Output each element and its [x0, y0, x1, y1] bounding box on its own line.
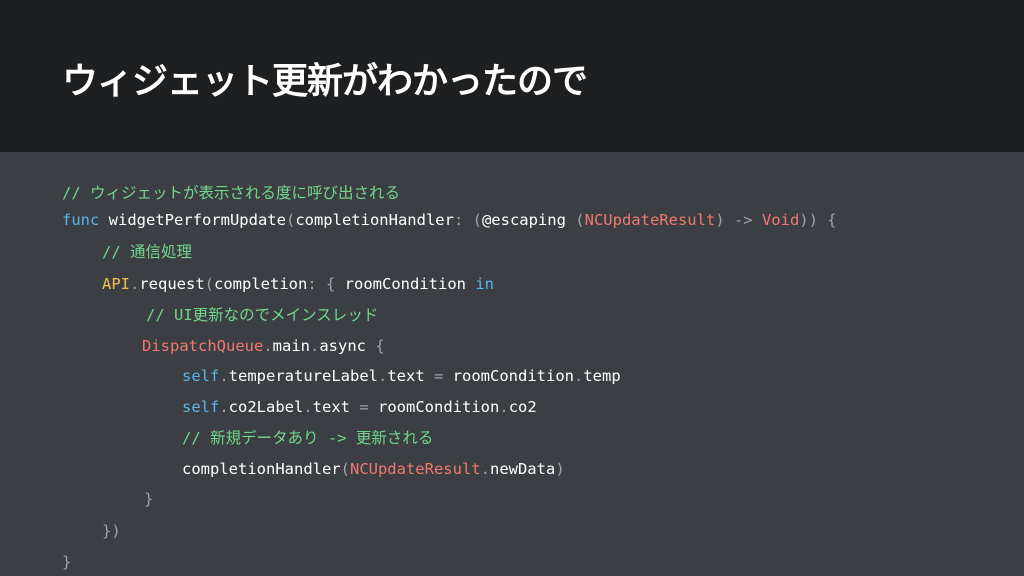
code-comment: // 通信処理 — [102, 243, 192, 261]
code-identifier: roomCondition — [452, 367, 574, 385]
code-identifier: roomCondition — [344, 275, 476, 293]
code-identifier: roomCondition — [378, 398, 500, 416]
code-punct: . — [303, 398, 313, 416]
code-identifier: temperatureLabel — [228, 367, 378, 385]
code-punct: = — [434, 367, 453, 385]
code-punct: ( — [285, 211, 296, 229]
code-identifier: co2Label — [228, 398, 304, 416]
code-line-6: DispatchQueue.main.async { — [142, 336, 385, 356]
code-line-1: // ウィジェットが表示される度に呼び出される — [62, 183, 400, 203]
code-line-3: // 通信処理 — [102, 242, 192, 262]
code-line-11: } — [144, 489, 153, 509]
code-keyword-self: self — [182, 398, 220, 416]
code-punct: ( — [575, 211, 585, 229]
code-punct: . — [219, 367, 229, 385]
code-identifier: text — [312, 398, 360, 416]
code-line-4: API.request(completion: { roomCondition … — [102, 274, 494, 294]
code-punct: ) — [555, 460, 565, 478]
code-type: Void — [761, 211, 800, 229]
code-function-name: widgetPerformUpdate — [99, 211, 286, 229]
code-type: NCUpdateResult — [349, 460, 481, 478]
code-keyword-in: in — [475, 275, 494, 293]
code-line-13: } — [62, 552, 71, 572]
code-comment: // 新規データあり -> 更新される — [182, 429, 434, 447]
code-punct: }) — [102, 522, 121, 540]
code-line-7: self.temperatureLabel.text = roomConditi… — [182, 366, 621, 386]
code-block: // ウィジェットが表示される度に呼び出される func widgetPerfo… — [0, 0, 1024, 576]
code-line-2: func widgetPerformUpdate(completionHandl… — [62, 210, 837, 230]
code-punct: : ( — [453, 211, 482, 229]
code-identifier: text — [387, 367, 434, 385]
code-identifier: co2 — [508, 398, 537, 416]
code-comment: // ウィジェットが表示される度に呼び出される — [62, 184, 400, 202]
code-attribute: @escaping — [481, 211, 576, 229]
code-punct: . — [574, 367, 584, 385]
code-punct: . — [480, 460, 490, 478]
code-keyword-func: func — [62, 211, 100, 229]
code-keyword-self: self — [182, 367, 220, 385]
code-method: async — [319, 337, 376, 355]
code-line-10: completionHandler(NCUpdateResult.newData… — [182, 459, 565, 479]
code-punct: . — [377, 367, 388, 385]
code-identifier: main — [272, 337, 310, 355]
code-punct: ) -> — [715, 211, 762, 229]
code-punct: } — [62, 553, 72, 571]
code-punct: { — [375, 337, 385, 355]
code-punct: ( — [204, 275, 215, 293]
code-identifier: temp — [583, 367, 621, 385]
code-line-12: }) — [102, 521, 121, 541]
code-punct: ( — [340, 460, 350, 478]
code-object: API — [102, 275, 130, 293]
code-punct: } — [144, 490, 154, 508]
code-punct: . — [499, 398, 509, 416]
code-param-label: completionHandler — [295, 211, 454, 229]
code-method: request — [139, 275, 205, 293]
code-punct: : { — [307, 275, 345, 293]
code-line-8: self.co2Label.text = roomCondition.co2 — [182, 397, 537, 417]
code-punct: . — [130, 275, 140, 293]
code-punct: . — [310, 337, 320, 355]
code-punct: = — [359, 398, 379, 416]
code-identifier: completionHandler — [182, 460, 341, 478]
code-param-label: completion — [214, 275, 308, 293]
code-punct: . — [263, 337, 273, 355]
code-line-5: // UI更新なのでメインスレッド — [146, 305, 378, 325]
code-punct: )) { — [799, 211, 837, 229]
code-punct: . — [219, 398, 229, 416]
code-type: DispatchQueue — [142, 337, 264, 355]
code-type: NCUpdateResult — [584, 211, 716, 229]
code-line-9: // 新規データあり -> 更新される — [182, 428, 433, 448]
code-identifier: newData — [489, 460, 556, 478]
code-comment: // UI更新なのでメインスレッド — [146, 306, 379, 324]
